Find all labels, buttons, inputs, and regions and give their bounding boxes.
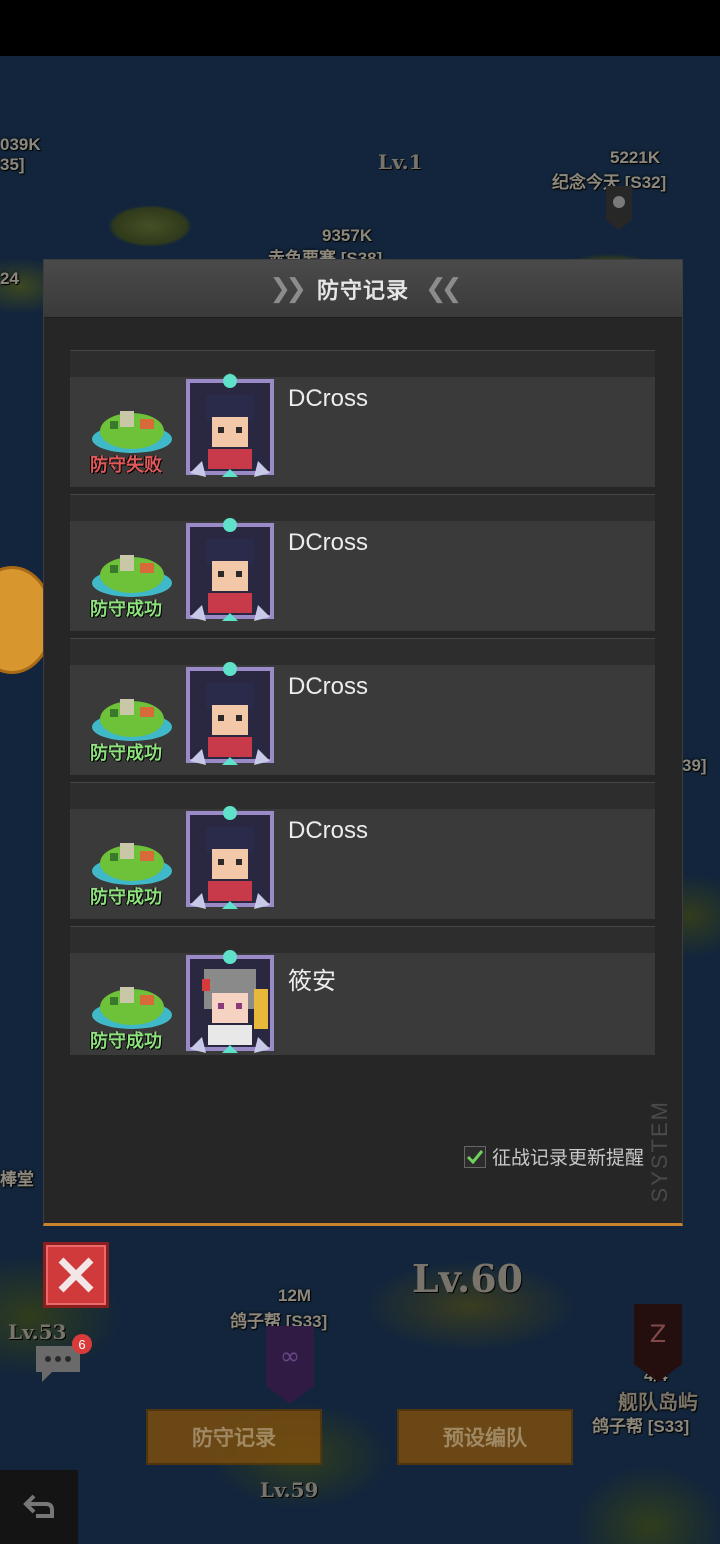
defense-result-label: 防守成功 bbox=[90, 1031, 162, 1051]
system-watermark: SYSTEM bbox=[647, 1100, 672, 1203]
record-row[interactable]: 防守成功 DCross bbox=[70, 638, 655, 775]
checkmark-icon bbox=[466, 1149, 484, 1164]
island-icon bbox=[92, 987, 172, 1029]
player-name: DCross bbox=[288, 817, 369, 844]
record-row[interactable]: 防守失败 DCross bbox=[70, 350, 655, 487]
island-icon bbox=[92, 699, 172, 741]
player-portrait-icon bbox=[186, 950, 274, 1053]
preset-team-button[interactable]: 预设编队 bbox=[397, 1409, 573, 1465]
chevron-left-icon: ❮❮ bbox=[425, 273, 462, 303]
defense-result-label: 防守成功 bbox=[90, 599, 162, 619]
back-button[interactable] bbox=[0, 1470, 78, 1544]
record-list: 防守失败 DCross 防守成功 DCross 防守成功 DCross 防守成功… bbox=[70, 350, 655, 1062]
defense-result-label: 防守失败 bbox=[90, 455, 162, 475]
status-bar bbox=[0, 0, 720, 56]
player-portrait-icon bbox=[186, 518, 274, 621]
notify-label: 征战记录更新提醒 bbox=[492, 1148, 645, 1169]
defense-log-dialog: ❯❯ 防守记录 ❮❮ 防守失败 DCross 防守成功 DCross 防守成功 … bbox=[43, 259, 683, 1226]
close-icon bbox=[58, 1257, 94, 1293]
island-icon bbox=[92, 411, 172, 453]
player-name: DCross bbox=[288, 385, 369, 412]
player-portrait-icon bbox=[186, 662, 274, 765]
chevron-right-icon: ❯❯ bbox=[269, 273, 306, 303]
defense-log-button[interactable]: 防守记录 bbox=[146, 1409, 322, 1465]
chat-badge: 6 bbox=[72, 1334, 92, 1354]
island-icon bbox=[92, 843, 172, 885]
defense-result-label: 防守成功 bbox=[90, 743, 162, 763]
island-icon bbox=[92, 555, 172, 597]
player-name: DCross bbox=[288, 673, 369, 700]
back-arrow-icon bbox=[23, 1494, 54, 1518]
player-name: 筱安 bbox=[288, 968, 336, 995]
record-row[interactable]: 防守成功 DCross bbox=[70, 782, 655, 919]
record-row[interactable]: 防守成功 筱安 bbox=[70, 926, 655, 1055]
player-portrait-icon bbox=[186, 806, 274, 909]
dialog-title: 防守记录 bbox=[316, 277, 409, 304]
close-button[interactable] bbox=[43, 1242, 109, 1308]
defense-result-label: 防守成功 bbox=[90, 887, 162, 907]
player-portrait-icon bbox=[186, 373, 274, 477]
dialog-header: ❯❯ 防守记录 ❮❮ bbox=[44, 260, 682, 318]
notify-checkbox[interactable] bbox=[464, 1145, 486, 1168]
player-name: DCross bbox=[288, 529, 369, 556]
record-row[interactable]: 防守成功 DCross bbox=[70, 494, 655, 631]
notify-toggle[interactable]: 征战记录更新提醒 bbox=[464, 1143, 644, 1170]
